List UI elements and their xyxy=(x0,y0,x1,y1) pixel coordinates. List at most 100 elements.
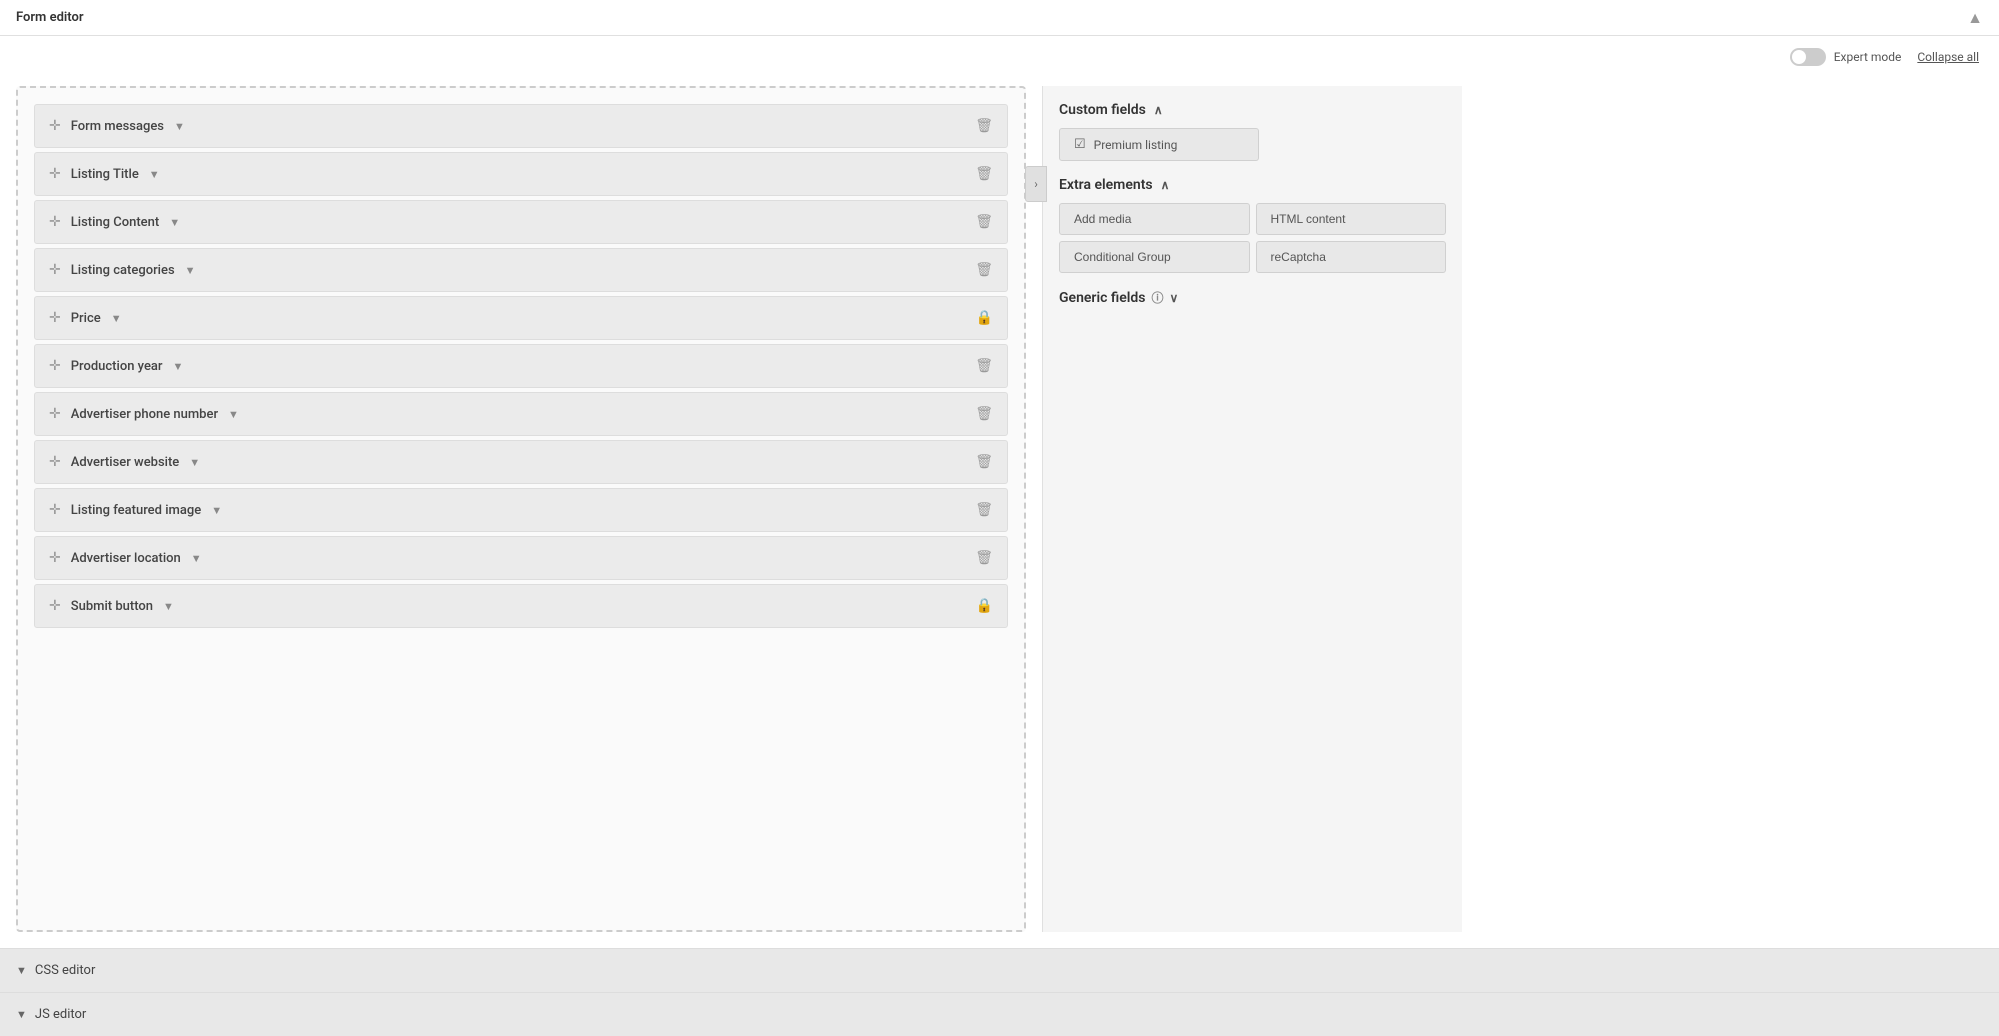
delete-icon[interactable]: 🗑 xyxy=(975,118,993,134)
drag-handle-icon[interactable]: ✛ xyxy=(49,502,61,518)
custom-fields-chevron[interactable]: ∧ xyxy=(1154,103,1163,117)
drag-handle-icon[interactable]: ✛ xyxy=(49,598,61,614)
bottom-panels: ▼ CSS editor ▼ JS editor xyxy=(0,948,1999,1036)
field-label: Listing categories xyxy=(71,263,175,278)
delete-icon[interactable]: 🗑 xyxy=(975,550,993,566)
premium-listing-button[interactable]: ☑ Premium listing xyxy=(1059,128,1259,161)
delete-icon[interactable]: 🗑 xyxy=(975,358,993,374)
bottom-panel-css-editor[interactable]: ▼ CSS editor xyxy=(0,948,1999,992)
delete-icon[interactable]: 🗑 xyxy=(975,262,993,278)
custom-fields-section: Custom fields ∧ ☑ Premium listing xyxy=(1059,102,1446,161)
field-expand-arrow[interactable]: ▼ xyxy=(185,264,196,277)
recaptcha-button[interactable]: reCaptcha xyxy=(1256,241,1447,273)
generic-fields-chevron[interactable]: ∨ xyxy=(1170,291,1179,305)
expert-mode-switch[interactable] xyxy=(1790,48,1826,66)
drag-handle-icon[interactable]: ✛ xyxy=(49,454,61,470)
field-left: ✛ Advertiser phone number ▼ xyxy=(49,406,239,422)
field-label: Submit button xyxy=(71,599,153,614)
field-label: Advertiser location xyxy=(71,551,181,566)
delete-icon[interactable]: 🗑 xyxy=(975,214,993,230)
generic-fields-title: Generic fields xyxy=(1059,290,1146,306)
chevron-right-icon: › xyxy=(1034,177,1038,191)
bottom-panel-label: JS editor xyxy=(35,1007,86,1022)
html-content-button[interactable]: HTML content xyxy=(1256,203,1447,235)
bottom-panel-label: CSS editor xyxy=(35,963,95,978)
custom-fields-header: Custom fields ∧ xyxy=(1059,102,1446,118)
collapse-all-button[interactable]: Collapse all xyxy=(1917,50,1979,64)
field-row-listing-featured-image[interactable]: ✛ Listing featured image ▼ 🗑 xyxy=(34,488,1008,532)
main-layout: ✛Form messages▼🗑✛Listing Title▼🗑✛Listing… xyxy=(0,70,1999,948)
delete-icon[interactable]: 🗑 xyxy=(975,166,993,182)
drag-handle-icon[interactable]: ✛ xyxy=(49,550,61,566)
custom-fields-title: Custom fields xyxy=(1059,102,1146,118)
field-expand-arrow[interactable]: ▼ xyxy=(191,552,202,565)
field-left: ✛ Submit button ▼ xyxy=(49,598,174,614)
expert-mode-toggle[interactable]: Expert mode xyxy=(1790,48,1902,66)
field-expand-arrow[interactable]: ▼ xyxy=(174,120,185,133)
field-row-listing-title[interactable]: ✛Listing Title▼ 🗑 xyxy=(34,152,1008,196)
drag-handle-icon[interactable]: ✛ xyxy=(49,118,61,134)
bottom-panel-arrow: ▼ xyxy=(16,964,27,977)
field-left: ✛ Listing Content ▼ xyxy=(49,214,180,230)
app-header: Form editor ▲ xyxy=(0,0,1999,36)
field-left: ✛Production year▼ xyxy=(49,358,183,374)
expert-mode-label: Expert mode xyxy=(1834,50,1902,64)
field-label: Advertiser website xyxy=(71,455,180,470)
field-label: Advertiser phone number xyxy=(71,407,218,422)
field-expand-arrow[interactable]: ▼ xyxy=(189,456,200,469)
drag-handle-icon[interactable]: ✛ xyxy=(49,166,61,182)
field-left: ✛ Advertiser website ▼ xyxy=(49,454,200,470)
field-left: ✛ Listing featured image ▼ xyxy=(49,502,222,518)
field-label: Price xyxy=(71,311,101,326)
add-media-button[interactable]: Add media xyxy=(1059,203,1250,235)
drag-handle-icon[interactable]: ✛ xyxy=(49,406,61,422)
field-expand-arrow[interactable]: ▼ xyxy=(173,360,184,373)
extra-elements-chevron[interactable]: ∧ xyxy=(1161,178,1170,192)
field-expand-arrow[interactable]: ▼ xyxy=(149,168,160,181)
bottom-panel-arrow: ▼ xyxy=(16,1008,27,1021)
form-canvas: ✛Form messages▼🗑✛Listing Title▼🗑✛Listing… xyxy=(16,86,1026,932)
checkbox-icon: ☑ xyxy=(1074,137,1086,152)
drag-handle-icon[interactable]: ✛ xyxy=(49,214,61,230)
field-left: ✛Form messages▼ xyxy=(49,118,185,134)
drag-handle-icon[interactable]: ✛ xyxy=(49,358,61,374)
panel-collapse-button[interactable]: › xyxy=(1025,166,1047,202)
delete-icon[interactable]: 🗑 xyxy=(975,454,993,470)
field-label: Listing featured image xyxy=(71,503,201,518)
premium-listing-label: Premium listing xyxy=(1094,138,1178,152)
delete-icon[interactable]: 🗑 xyxy=(975,406,993,422)
app-title: Form editor xyxy=(16,10,84,25)
field-row-production-year[interactable]: ✛Production year▼ 🗑 xyxy=(34,344,1008,388)
generic-fields-header: Generic fields ⓘ ∨ xyxy=(1059,289,1446,306)
field-expand-arrow[interactable]: ▼ xyxy=(163,600,174,613)
extra-elements-grid: Add media HTML content Conditional Group… xyxy=(1059,203,1446,273)
field-row-price[interactable]: ✛ Price ▼ 🔒 xyxy=(34,296,1008,340)
extra-elements-header: Extra elements ∧ xyxy=(1059,177,1446,193)
delete-icon[interactable]: 🗑 xyxy=(975,502,993,518)
field-expand-arrow[interactable]: ▼ xyxy=(111,312,122,325)
field-expand-arrow[interactable]: ▼ xyxy=(228,408,239,421)
field-row-form-messages[interactable]: ✛Form messages▼ 🗑 xyxy=(34,104,1008,148)
info-icon[interactable]: ⓘ xyxy=(1152,289,1164,306)
field-left: ✛Listing Title▼ xyxy=(49,166,160,182)
field-row-advertiser-location[interactable]: ✛ Advertiser location ▼ 🗑 xyxy=(34,536,1008,580)
drag-handle-icon[interactable]: ✛ xyxy=(49,310,61,326)
close-icon[interactable]: ▲ xyxy=(1967,8,1983,28)
field-row-listing-content[interactable]: ✛ Listing Content ▼ 🗑 xyxy=(34,200,1008,244)
lock-icon[interactable]: 🔒 xyxy=(976,310,993,326)
field-row-advertiser-phone-number[interactable]: ✛ Advertiser phone number ▼ 🗑 xyxy=(34,392,1008,436)
bottom-panel-js-editor[interactable]: ▼ JS editor xyxy=(0,992,1999,1036)
field-expand-arrow[interactable]: ▼ xyxy=(211,504,222,517)
field-row-advertiser-website[interactable]: ✛ Advertiser website ▼ 🗑 xyxy=(34,440,1008,484)
toolbar: Expert mode Collapse all xyxy=(0,36,1999,70)
extra-elements-title: Extra elements xyxy=(1059,177,1153,193)
lock-icon[interactable]: 🔒 xyxy=(976,598,993,614)
field-label: Listing Content xyxy=(71,215,159,230)
extra-elements-section: Extra elements ∧ Add media HTML content … xyxy=(1059,177,1446,273)
field-row-listing-categories[interactable]: ✛ Listing categories ▼ 🗑 xyxy=(34,248,1008,292)
drag-handle-icon[interactable]: ✛ xyxy=(49,262,61,278)
generic-fields-section: Generic fields ⓘ ∨ xyxy=(1059,289,1446,316)
field-row-submit-button[interactable]: ✛ Submit button ▼ 🔒 xyxy=(34,584,1008,628)
conditional-group-button[interactable]: Conditional Group xyxy=(1059,241,1250,273)
field-expand-arrow[interactable]: ▼ xyxy=(169,216,180,229)
